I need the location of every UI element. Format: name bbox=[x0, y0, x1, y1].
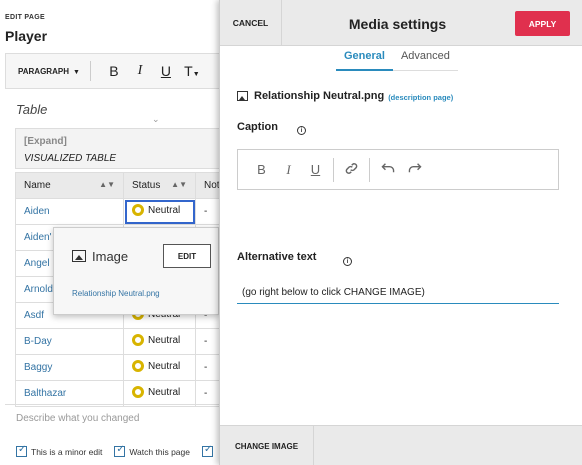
column-header-status[interactable]: Status ▲▼ bbox=[123, 172, 196, 199]
apply-button[interactable]: APPLY bbox=[515, 11, 570, 36]
dialog-title: Media settings bbox=[348, 16, 447, 32]
visualized-table-title: VISUALIZED TABLE bbox=[24, 153, 117, 164]
image-icon bbox=[72, 250, 86, 262]
description-page-link[interactable]: (description page) bbox=[388, 93, 453, 102]
bold-button[interactable]: B bbox=[248, 162, 275, 177]
edit-page-label: EDIT PAGE bbox=[5, 14, 45, 21]
image-context-popup: Image EDIT Relationship Neutral.png bbox=[53, 227, 219, 315]
file-name: Relationship Neutral.png bbox=[254, 90, 385, 102]
neutral-status-icon bbox=[132, 386, 144, 398]
neutral-status-icon bbox=[132, 334, 144, 346]
paragraph-label: PARAGRAPH bbox=[18, 66, 69, 76]
tab-general[interactable]: General bbox=[336, 46, 393, 71]
cell-status[interactable]: Neutral bbox=[123, 198, 196, 225]
extra-checkbox[interactable] bbox=[201, 444, 217, 457]
status-text: Neutral bbox=[148, 334, 181, 346]
visualized-table-header: [Expand] VISUALIZED TABLE bbox=[15, 128, 225, 169]
caption-label: Caption bbox=[237, 121, 278, 133]
column-label: Not bbox=[204, 180, 220, 191]
image-popup-label: Image bbox=[92, 249, 129, 264]
status-text: Neutral bbox=[148, 386, 181, 398]
image-icon bbox=[237, 91, 248, 101]
neutral-status-icon bbox=[132, 360, 144, 372]
column-header-name[interactable]: Name ▲▼ bbox=[15, 172, 124, 199]
watch-page-checkbox[interactable]: Watch this page bbox=[114, 444, 190, 457]
alt-text-label: Alternative text bbox=[237, 251, 317, 263]
table-header-row: Name ▲▼ Status ▲▼ Not bbox=[15, 172, 229, 199]
table-row: Aiden Neutral - bbox=[15, 198, 229, 225]
underline-button[interactable]: U bbox=[153, 63, 179, 79]
toolbar-divider bbox=[333, 157, 334, 182]
status-text: Neutral bbox=[148, 360, 181, 372]
minor-edit-checkbox[interactable]: This is a minor edit bbox=[16, 444, 103, 457]
image-file-link[interactable]: Relationship Neutral.png bbox=[72, 289, 160, 298]
dialog-tabs: General Advanced bbox=[336, 46, 458, 71]
cell-name[interactable]: B-Day bbox=[15, 328, 124, 355]
sort-icon: ▲▼ bbox=[99, 180, 115, 189]
edit-image-button[interactable]: EDIT bbox=[163, 244, 211, 268]
media-settings-dialog: CANCEL Media settings APPLY General Adva… bbox=[219, 0, 582, 465]
caption-editor[interactable]: B I U bbox=[237, 149, 559, 190]
cancel-button[interactable]: CANCEL bbox=[220, 0, 282, 46]
cell-status[interactable]: Neutral bbox=[123, 380, 196, 407]
chevron-down-icon: ⌄ bbox=[152, 114, 160, 124]
text-style-button[interactable]: T▼ bbox=[179, 63, 205, 79]
cell-name[interactable]: Aiden bbox=[15, 198, 124, 225]
sort-icon: ▲▼ bbox=[171, 180, 187, 189]
table-row: Baggy Neutral - bbox=[15, 354, 229, 381]
text-style-label: T bbox=[184, 63, 193, 79]
neutral-status-icon bbox=[132, 204, 144, 216]
cell-status[interactable]: Neutral bbox=[123, 354, 196, 381]
column-label: Status bbox=[132, 180, 161, 191]
italic-button[interactable]: I bbox=[275, 162, 302, 178]
bold-button[interactable]: B bbox=[101, 63, 127, 79]
cell-name[interactable]: Baggy bbox=[15, 354, 124, 381]
table-row: B-Day Neutral - bbox=[15, 328, 229, 355]
toolbar-divider bbox=[369, 157, 370, 182]
undo-icon[interactable] bbox=[374, 162, 401, 177]
link-icon[interactable] bbox=[338, 162, 365, 178]
info-icon[interactable]: i bbox=[343, 257, 352, 266]
expand-label[interactable]: [Expand] bbox=[24, 136, 67, 147]
toolbar-divider bbox=[89, 61, 91, 81]
save-options: This is a minor edit Watch this page bbox=[16, 444, 217, 457]
cell-name[interactable]: Balthazar bbox=[15, 380, 124, 407]
document-heading: Table bbox=[16, 102, 48, 117]
chevron-down-icon: ▼ bbox=[72, 68, 80, 76]
redo-icon[interactable] bbox=[401, 162, 428, 177]
page-title: Player bbox=[5, 28, 48, 44]
edit-summary-input[interactable]: Describe what you changed bbox=[5, 404, 219, 432]
checkbox-label: This is a minor edit bbox=[31, 446, 103, 457]
dialog-header: CANCEL Media settings APPLY bbox=[220, 0, 582, 46]
paragraph-dropdown[interactable]: PARAGRAPH ▼ bbox=[18, 67, 80, 76]
checkbox-label: Watch this page bbox=[129, 446, 190, 457]
cell-status[interactable]: Neutral bbox=[123, 328, 196, 355]
column-label: Name bbox=[24, 180, 51, 191]
status-text: Neutral bbox=[148, 204, 181, 216]
checkbox-checked-icon bbox=[201, 444, 213, 457]
change-image-button[interactable]: CHANGE IMAGE bbox=[220, 426, 314, 465]
table-row: Balthazar Neutral - bbox=[15, 380, 229, 407]
italic-button[interactable]: I bbox=[127, 63, 153, 79]
chevron-down-icon: ▼ bbox=[192, 71, 200, 78]
info-icon[interactable]: i bbox=[297, 126, 306, 135]
tab-advanced[interactable]: Advanced bbox=[393, 46, 458, 71]
underline-button[interactable]: U bbox=[302, 162, 329, 177]
dialog-footer: CHANGE IMAGE bbox=[220, 425, 582, 465]
alt-text-input[interactable] bbox=[237, 281, 559, 304]
file-info: Relationship Neutral.png (description pa… bbox=[237, 90, 453, 102]
checkbox-checked-icon bbox=[16, 444, 27, 457]
checkbox-checked-icon bbox=[114, 444, 126, 457]
